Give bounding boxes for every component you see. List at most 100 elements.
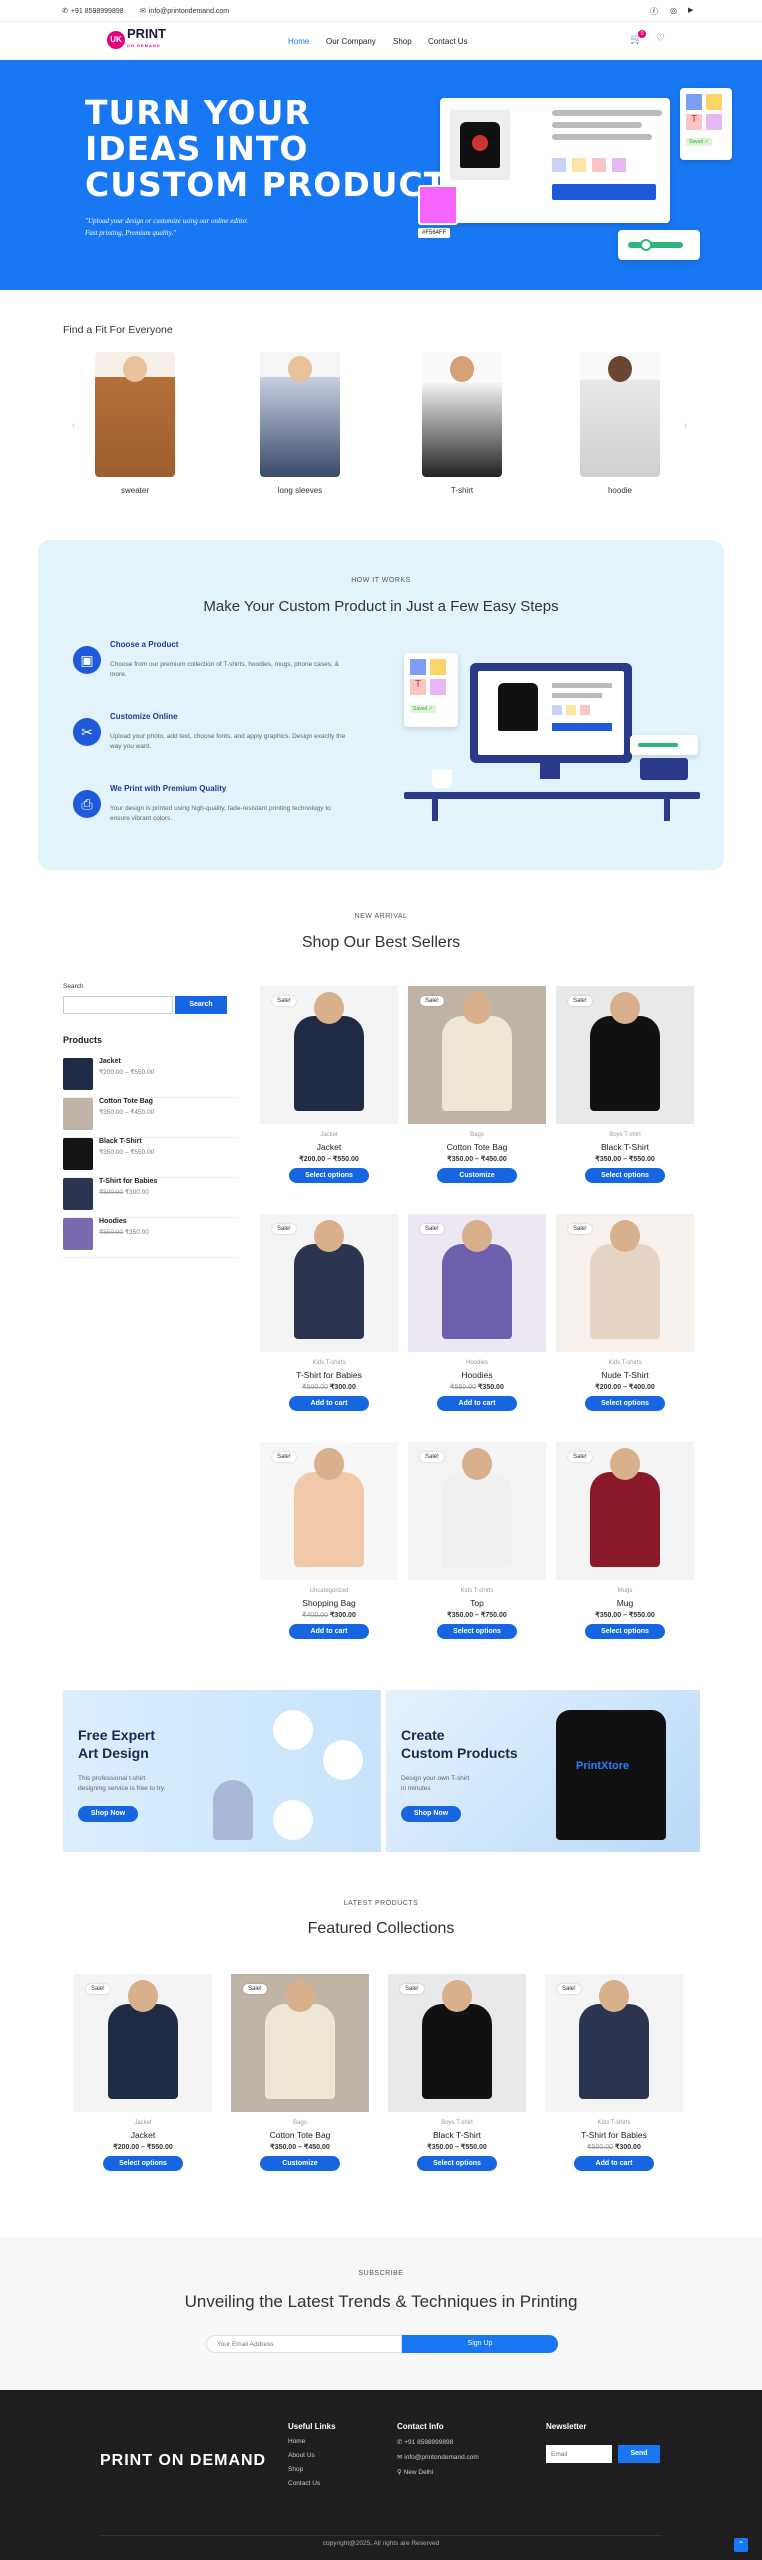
product-name[interactable]: Top: [408, 1598, 546, 1608]
product-category[interactable]: Hoodies: [408, 1360, 546, 1366]
scroll-top-icon[interactable]: ⌃: [734, 2538, 748, 2552]
product-image[interactable]: Sale!: [408, 1442, 546, 1580]
nav-our-company[interactable]: Our Company: [326, 37, 376, 46]
site-logo[interactable]: UK PRINT ON DEMAND: [107, 27, 166, 52]
product-action-button[interactable]: Select options: [585, 1624, 665, 1639]
product-card[interactable]: Sale! Kids T-shirts Top ₹350.00 – ₹750.0…: [408, 1442, 546, 1639]
product-action-button[interactable]: Add to cart: [289, 1396, 369, 1411]
fit-image-tshirt[interactable]: [422, 352, 502, 477]
product-category[interactable]: Boys T-shirt: [556, 1132, 694, 1138]
product-category[interactable]: Bags: [408, 1132, 546, 1138]
product-category[interactable]: Boys T-shirt: [388, 2120, 526, 2126]
product-card[interactable]: Sale! Jacket Jacket ₹200.00 – ₹550.00 Se…: [260, 986, 398, 1183]
product-image[interactable]: Sale!: [545, 1974, 683, 2112]
product-image[interactable]: Sale!: [556, 1442, 694, 1580]
carousel-prev-icon[interactable]: ‹: [72, 420, 75, 430]
product-name[interactable]: Jacket: [74, 2130, 212, 2140]
product-action-button[interactable]: Select options: [417, 2156, 497, 2171]
footer-phone[interactable]: ✆ +91 8598999898: [397, 2438, 479, 2446]
product-image[interactable]: Sale!: [408, 1214, 546, 1352]
sidebar-product-name[interactable]: T-Shirt for Babies: [99, 1178, 157, 1185]
sidebar-product-name[interactable]: Black T-Shirt: [99, 1138, 154, 1145]
product-category[interactable]: Kids T-shirts: [545, 2120, 683, 2126]
sidebar-product-name[interactable]: Hoodies: [99, 1218, 149, 1225]
product-category[interactable]: Uncategorized: [260, 1588, 398, 1594]
subscribe-email-input[interactable]: [206, 2335, 402, 2353]
product-card[interactable]: Sale! Hoodies Hoodies ₹550.00 ₹350.00 Ad…: [408, 1214, 546, 1411]
product-name[interactable]: Shopping Bag: [260, 1598, 398, 1608]
product-action-button[interactable]: Customize: [437, 1168, 517, 1183]
nav-shop[interactable]: Shop: [393, 37, 412, 46]
product-card[interactable]: Sale! Mugs Mug ₹350.00 – ₹550.00 Select …: [556, 1442, 694, 1639]
product-category[interactable]: Mugs: [556, 1588, 694, 1594]
product-card[interactable]: Sale! Boys T-shirt Black T-Shirt ₹350.00…: [388, 1974, 526, 2171]
footer-email[interactable]: ✉ info@printondemand.com: [397, 2453, 479, 2461]
product-card[interactable]: Sale! Bags Cotton Tote Bag ₹350.00 – ₹45…: [231, 1974, 369, 2171]
sidebar-product-name[interactable]: Cotton Tote Bag: [99, 1098, 154, 1105]
promo1-shop-button[interactable]: Shop Now: [78, 1806, 138, 1822]
wishlist-icon[interactable]: ♡: [656, 33, 665, 44]
product-image[interactable]: Sale!: [74, 1974, 212, 2112]
fit-label-tshirt[interactable]: T-shirt: [412, 486, 512, 495]
product-action-button[interactable]: Add to cart: [574, 2156, 654, 2171]
nav-contact[interactable]: Contact Us: [428, 37, 468, 46]
product-category[interactable]: Bags: [231, 2120, 369, 2126]
promo-custom-products[interactable]: Create Custom Products Design your own T-…: [386, 1690, 700, 1852]
sidebar-product-item[interactable]: Cotton Tote Bag ₹350.00 – ₹450.00: [63, 1098, 238, 1138]
fit-label-hoodie[interactable]: hoodie: [570, 486, 670, 495]
product-category[interactable]: Kids T-shirts: [260, 1360, 398, 1366]
facebook-icon[interactable]: ⓕ: [650, 6, 658, 17]
footer-link-about[interactable]: About Us: [288, 2452, 336, 2459]
product-image[interactable]: Sale!: [408, 986, 546, 1124]
search-button[interactable]: Search: [175, 996, 227, 1014]
promo-art-design[interactable]: Free Expert Art Design This professional …: [63, 1690, 381, 1852]
fit-label-long-sleeves[interactable]: long sleeves: [250, 486, 350, 495]
newsletter-email-input[interactable]: [546, 2445, 612, 2463]
product-action-button[interactable]: Customize: [260, 2156, 340, 2171]
nav-home[interactable]: Home: [288, 37, 309, 46]
product-image[interactable]: Sale!: [556, 1214, 694, 1352]
sidebar-product-name[interactable]: Jacket: [99, 1058, 154, 1065]
product-action-button[interactable]: Select options: [585, 1396, 665, 1411]
fit-image-long-sleeves[interactable]: [260, 352, 340, 477]
instagram-icon[interactable]: ◎: [670, 6, 677, 15]
product-name[interactable]: Nude T-Shirt: [556, 1370, 694, 1380]
product-image[interactable]: Sale!: [556, 986, 694, 1124]
newsletter-send-button[interactable]: Send: [618, 2445, 660, 2463]
product-card[interactable]: Sale! Jacket Jacket ₹200.00 – ₹550.00 Se…: [74, 1974, 212, 2171]
product-action-button[interactable]: Select options: [289, 1168, 369, 1183]
sidebar-product-item[interactable]: T-Shirt for Babies ₹500.00 ₹300.00: [63, 1178, 238, 1218]
product-image[interactable]: Sale!: [260, 986, 398, 1124]
product-image[interactable]: Sale!: [260, 1214, 398, 1352]
product-card[interactable]: Sale! Boys T-shirt Black T-Shirt ₹350.00…: [556, 986, 694, 1183]
product-card[interactable]: Sale! Kids T-shirts T-Shirt for Babies ₹…: [545, 1974, 683, 2171]
product-card[interactable]: Sale! Kids T-shirts T-Shirt for Babies ₹…: [260, 1214, 398, 1411]
promo2-shop-button[interactable]: Shop Now: [401, 1806, 461, 1822]
product-name[interactable]: T-Shirt for Babies: [260, 1370, 398, 1380]
product-category[interactable]: Jacket: [74, 2120, 212, 2126]
sidebar-product-item[interactable]: Jacket ₹200.00 – ₹550.00: [63, 1058, 238, 1098]
product-name[interactable]: T-Shirt for Babies: [545, 2130, 683, 2140]
product-image[interactable]: Sale!: [260, 1442, 398, 1580]
product-action-button[interactable]: Select options: [585, 1168, 665, 1183]
search-input[interactable]: [63, 996, 173, 1014]
footer-link-shop[interactable]: Shop: [288, 2466, 336, 2473]
fit-image-sweater[interactable]: [95, 352, 175, 477]
product-image[interactable]: Sale!: [231, 1974, 369, 2112]
product-name[interactable]: Cotton Tote Bag: [231, 2130, 369, 2140]
footer-link-home[interactable]: Home: [288, 2438, 336, 2445]
product-action-button[interactable]: Select options: [437, 1624, 517, 1639]
product-action-button[interactable]: Add to cart: [289, 1624, 369, 1639]
topbar-phone[interactable]: ✆ +91 8598999898: [62, 7, 124, 16]
product-name[interactable]: Jacket: [260, 1142, 398, 1152]
product-category[interactable]: Jacket: [260, 1132, 398, 1138]
topbar-email[interactable]: ✉ info@printondemand.com: [140, 7, 229, 16]
product-card[interactable]: Sale! Kids T-shirts Nude T-Shirt ₹200.00…: [556, 1214, 694, 1411]
product-category[interactable]: Kids T-shirts: [556, 1360, 694, 1366]
subscribe-button[interactable]: Sign Up: [402, 2335, 558, 2353]
sidebar-product-item[interactable]: Black T-Shirt ₹350.00 – ₹550.00: [63, 1138, 238, 1178]
product-name[interactable]: Mug: [556, 1598, 694, 1608]
product-category[interactable]: Kids T-shirts: [408, 1588, 546, 1594]
sidebar-product-item[interactable]: Hoodies ₹550.00 ₹350.00: [63, 1218, 238, 1258]
product-card[interactable]: Sale! Uncategorized Shopping Bag ₹400.00…: [260, 1442, 398, 1639]
